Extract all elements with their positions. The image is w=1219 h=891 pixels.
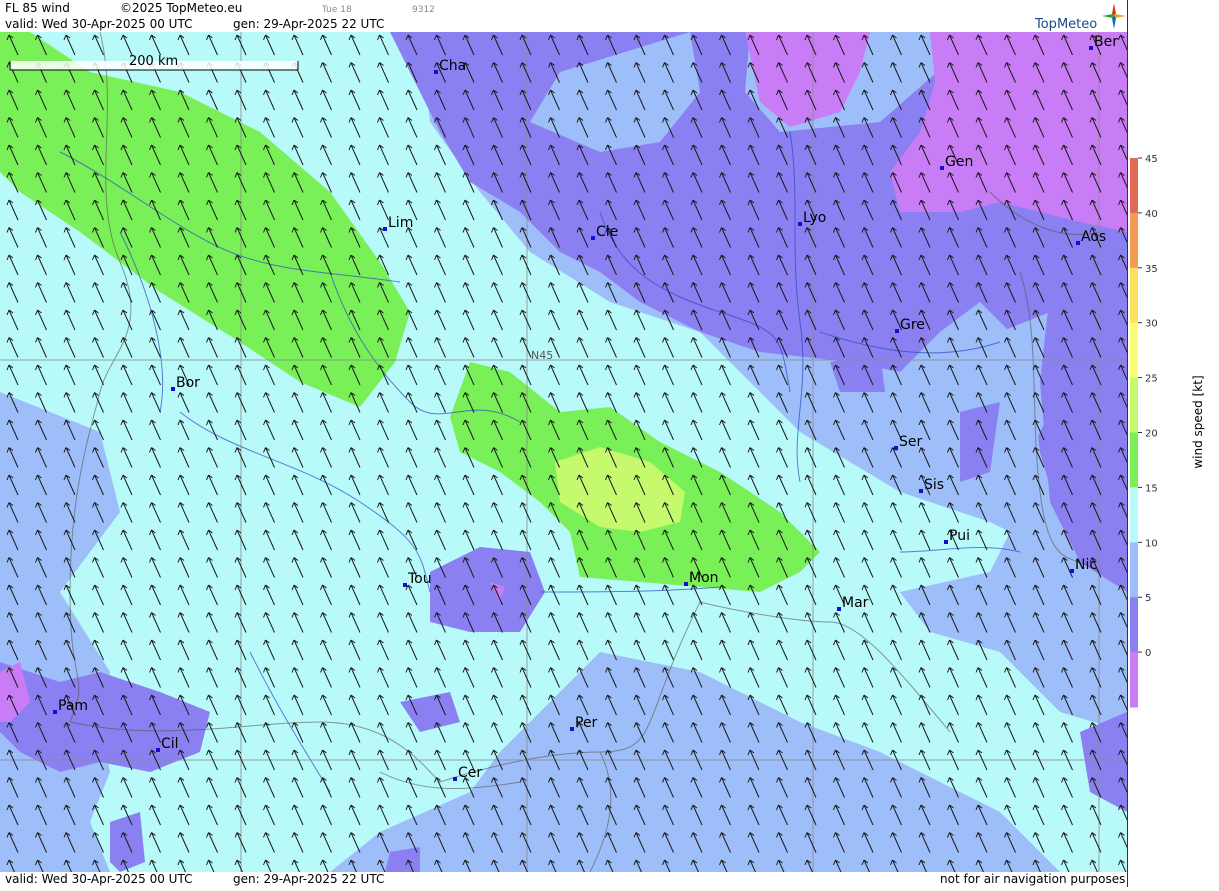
legend-swatch [1130, 212, 1138, 269]
city-marker-icon [453, 777, 457, 781]
city-nic: Nic [1070, 557, 1097, 573]
city-marker-icon [1076, 241, 1080, 245]
topmeteo-logo: TopMeteo [1033, 3, 1126, 32]
city-aos: Aos [1076, 229, 1106, 245]
legend-tick-label: 45 [1145, 154, 1158, 165]
city-bor: Bor [171, 375, 200, 391]
city-gre: Gre [895, 317, 925, 333]
city-label: Pam [58, 698, 88, 714]
legend-swatch [1130, 322, 1138, 379]
legend-tick-label: 0 [1145, 648, 1151, 659]
legend-tick-label: 15 [1145, 483, 1158, 494]
city-cha: Cha [434, 58, 466, 74]
city-per: Per [570, 715, 598, 731]
city-lim: Lim [383, 215, 413, 231]
legend-swatch [1130, 377, 1138, 433]
legend-color-bar [1130, 158, 1138, 708]
city-label: Tou [407, 571, 432, 587]
city-label: Lyo [803, 210, 826, 226]
legend-swatch [1130, 432, 1138, 488]
city-marker-icon [570, 727, 574, 731]
legend-tick-label: 5 [1145, 593, 1151, 604]
city-marker-icon [919, 489, 923, 493]
valid-time-label: valid: Wed 30-Apr-2025 00 UTC [5, 17, 193, 31]
city-marker-icon [798, 222, 802, 226]
city-marker-icon [940, 166, 944, 170]
header-bar: FL 85 wind ©2025 TopMeteo.eu Tue 18 9312… [0, 0, 1127, 32]
city-label: Lim [388, 215, 413, 231]
city-cer: Cer [453, 765, 482, 781]
logo-text: TopMeteo [1035, 17, 1098, 32]
city-label: Mar [842, 595, 869, 611]
city-marker-icon [156, 748, 160, 752]
city-marker-icon [53, 710, 57, 714]
city-label: Sis [924, 477, 944, 493]
legend-swatch [1130, 542, 1138, 598]
city-label: Gen [945, 154, 973, 170]
compass-star-icon [1102, 3, 1126, 29]
flight-level-label: FL 85 wind [5, 1, 70, 15]
day-label: Tue 18 [322, 5, 352, 15]
city-gen: Gen [940, 154, 973, 170]
city-marker-icon [684, 582, 688, 586]
footer-bar: valid: Wed 30-Apr-2025 00 UTC gen: 29-Ap… [0, 872, 1127, 887]
city-label: Mon [689, 570, 719, 586]
legend-title: wind speed [kt] [1191, 375, 1205, 468]
city-marker-icon [895, 329, 899, 333]
city-label: Cil [161, 736, 179, 752]
city-label: Cha [439, 58, 466, 74]
city-label: Ber [1094, 34, 1118, 50]
latitude-label: N45 [531, 349, 553, 362]
legend-tick-label: 30 [1145, 319, 1158, 330]
legend-swatch [1130, 158, 1138, 214]
city-label: Cle [596, 224, 618, 240]
city-label: Per [575, 715, 598, 731]
city-ber: Ber [1089, 34, 1118, 50]
city-pam: Pam [53, 698, 88, 714]
scale-label: 200 km [129, 54, 178, 69]
wind-map: N45 200 km Cha Ber Gen Lim Cle Lyo Aos Gre Bor Se… [0, 32, 1127, 872]
generated-time-label: gen: 29-Apr-2025 22 UTC [233, 17, 385, 31]
legend-tick-label: 25 [1145, 374, 1158, 385]
code-label: 9312 [412, 5, 435, 15]
legend-swatch [1130, 267, 1138, 324]
city-marker-icon [1089, 46, 1093, 50]
footer-generated-time: gen: 29-Apr-2025 22 UTC [233, 872, 385, 886]
city-label: Pui [949, 528, 970, 544]
city-cle: Cle [591, 224, 618, 240]
legend-tick-label: 20 [1145, 429, 1158, 440]
wind-speed-legend: 45 40 35 30 25 20 15 10 5 0 wind speed [kt] [1128, 0, 1219, 887]
legend-swatch [1130, 487, 1138, 543]
city-ser: Ser [894, 434, 923, 450]
city-marker-icon [894, 446, 898, 450]
city-marker-icon [171, 387, 175, 391]
city-label: Aos [1081, 229, 1106, 245]
legend-tick-label: 35 [1145, 264, 1158, 275]
city-marker-icon [1070, 569, 1074, 573]
city-marker-icon [591, 236, 595, 240]
city-label: Ser [899, 434, 923, 450]
city-marker-icon [434, 70, 438, 74]
city-marker-icon [944, 540, 948, 544]
city-mon: Mon [684, 570, 719, 586]
city-lyo: Lyo [798, 210, 826, 226]
city-label: Bor [176, 375, 200, 391]
disclaimer-label: not for air navigation purposes [940, 872, 1126, 886]
city-mar: Mar [837, 595, 869, 611]
city-label: Nic [1075, 557, 1097, 573]
legend-swatch [1130, 597, 1138, 653]
city-label: Gre [900, 317, 925, 333]
legend-swatch [1130, 652, 1138, 708]
legend-ticks: 45 40 35 30 25 20 15 10 5 0 [1138, 154, 1158, 659]
city-label: Cer [458, 765, 482, 781]
legend-tick-label: 10 [1145, 538, 1158, 549]
footer-valid-time: valid: Wed 30-Apr-2025 00 UTC [5, 872, 193, 886]
city-tou: Tou [403, 571, 432, 587]
copyright-label: ©2025 TopMeteo.eu [120, 1, 243, 15]
city-marker-icon [403, 583, 407, 587]
city-marker-icon [837, 607, 841, 611]
legend-tick-label: 40 [1145, 209, 1158, 220]
city-marker-icon [383, 227, 387, 231]
